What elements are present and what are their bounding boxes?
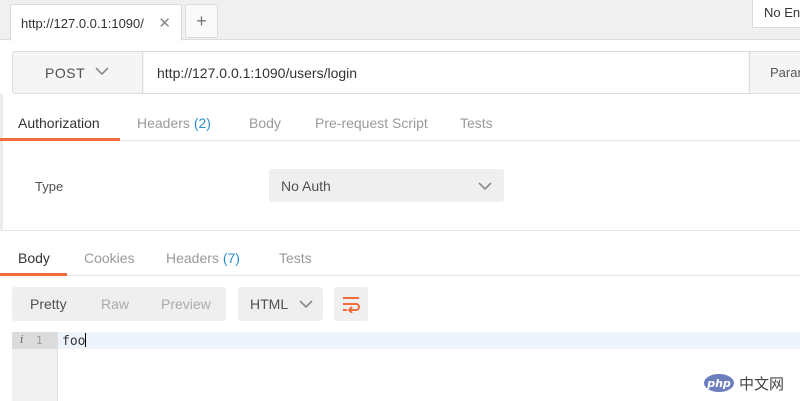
line-number: 1 — [36, 334, 43, 347]
active-tab-indicator — [0, 273, 67, 276]
pretty-button[interactable]: Pretty — [30, 296, 67, 312]
method-label: POST — [45, 64, 86, 81]
close-icon[interactable]: ✕ — [158, 14, 171, 32]
params-button[interactable]: Params — [749, 52, 800, 93]
chevron-down-icon — [478, 182, 492, 191]
tab-tests[interactable]: Tests — [460, 104, 493, 140]
tab-label: Tests — [279, 250, 312, 266]
tab-authorization[interactable]: Authorization — [18, 104, 100, 140]
code-line[interactable]: foo — [62, 333, 87, 349]
chevron-down-icon — [299, 300, 313, 309]
tab-response-tests[interactable]: Tests — [279, 239, 312, 275]
tab-response-headers[interactable]: Headers (7) — [166, 239, 240, 275]
watermark-text: 中文网 — [739, 374, 785, 393]
preview-button[interactable]: Preview — [161, 296, 211, 312]
language-value: HTML — [250, 296, 289, 312]
authorization-panel: Type No Auth — [0, 141, 800, 231]
php-logo: php — [704, 374, 734, 392]
header-count-badge: (2) — [193, 115, 211, 131]
wrap-lines-button[interactable] — [334, 287, 368, 321]
code-text: foo — [62, 334, 86, 349]
auth-type-value: No Auth — [281, 178, 331, 194]
active-line-highlight — [58, 332, 800, 349]
tab-label: Body — [249, 115, 281, 131]
request-tab[interactable]: http://127.0.0.1:1090/ ✕ — [10, 4, 182, 41]
request-tab-label: http://127.0.0.1:1090/ — [21, 15, 144, 31]
response-tabs: Body Cookies Headers (7) Tests — [0, 239, 800, 276]
method-select[interactable]: POST — [13, 52, 143, 93]
active-line-gutter — [12, 332, 58, 349]
info-icon: i — [20, 333, 24, 346]
tab-body[interactable]: Body — [249, 104, 281, 140]
tab-headers[interactable]: Headers (2) — [137, 104, 211, 140]
request-tabs: Authorization Headers (2) Body Pre-reque… — [0, 104, 800, 141]
tab-label: Authorization — [18, 115, 100, 131]
tab-cookies[interactable]: Cookies — [84, 239, 135, 275]
url-input[interactable] — [144, 52, 748, 93]
environment-select[interactable]: No Environment — [752, 0, 800, 28]
language-select[interactable]: HTML — [238, 287, 323, 321]
view-mode-toggle: Pretty Raw Preview — [12, 287, 226, 321]
tab-bar: http://127.0.0.1:1090/ ✕ + No Environmen… — [0, 0, 800, 41]
tab-label: Cookies — [84, 250, 135, 266]
plus-icon: + — [196, 10, 207, 31]
text-cursor — [85, 333, 87, 347]
tab-label: Tests — [460, 115, 493, 131]
url-bar: POST Params — [12, 51, 800, 94]
tab-label: Pre-request Script — [315, 115, 428, 131]
watermark: php 中文网 — [704, 372, 796, 394]
header-count-badge: (7) — [222, 250, 240, 266]
new-tab-button[interactable]: + — [185, 4, 218, 38]
tab-label: Headers — [166, 250, 219, 266]
tab-response-body[interactable]: Body — [18, 239, 50, 275]
tab-label: Headers — [137, 115, 190, 131]
auth-type-select[interactable]: No Auth — [269, 169, 504, 202]
chevron-down-icon — [95, 67, 109, 76]
wrap-lines-icon — [343, 297, 360, 313]
type-label: Type — [35, 179, 64, 194]
response-editor[interactable]: i 1 foo — [12, 332, 800, 401]
tab-pre-request-script[interactable]: Pre-request Script — [315, 104, 428, 140]
tab-label: Body — [18, 250, 50, 266]
raw-button[interactable]: Raw — [101, 296, 129, 312]
